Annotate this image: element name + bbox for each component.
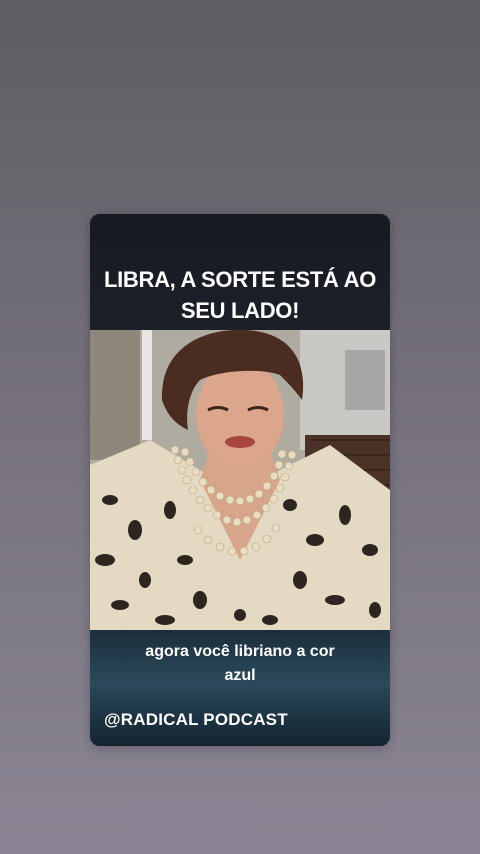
- video-frame[interactable]: [90, 330, 390, 630]
- caption-band: agora você libriano a cor azul @RADICAL …: [90, 630, 390, 746]
- subtitle-caption: agora você libriano a cor azul: [90, 640, 390, 688]
- story-post-card[interactable]: LIBRA, A SORTE ESTÁ AO SEU LADO! agora v…: [90, 214, 390, 746]
- headline: LIBRA, A SORTE ESTÁ AO SEU LADO!: [90, 264, 390, 326]
- channel-watermark: @RADICAL PODCAST: [104, 710, 288, 729]
- speaker-video-image: [90, 330, 390, 630]
- subtitle-line-1: agora você libriano a cor: [145, 643, 335, 660]
- subtitle-line-2: azul: [224, 667, 256, 684]
- headline-line-1: LIBRA, A SORTE ESTÁ AO: [103, 267, 377, 292]
- headline-line-2: SEU LADO!: [180, 298, 300, 323]
- headline-banner: LIBRA, A SORTE ESTÁ AO SEU LADO!: [90, 214, 390, 330]
